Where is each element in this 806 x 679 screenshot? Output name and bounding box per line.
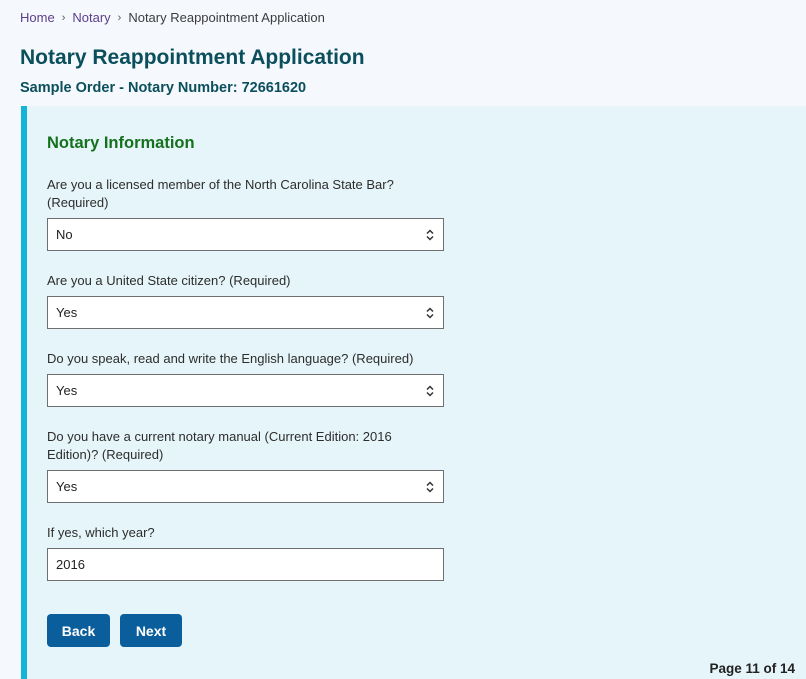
breadcrumb-separator-icon: › (117, 11, 122, 24)
field-label: Do you have a current notary manual (Cur… (47, 428, 444, 464)
notary-manual-select[interactable]: Yes (47, 470, 444, 503)
manual-year-field: If yes, which year? 2016 (47, 524, 444, 581)
select-value: No (56, 227, 73, 242)
breadcrumb-notary-link[interactable]: Notary (72, 10, 110, 25)
manual-year-input[interactable]: 2016 (47, 548, 444, 581)
us-citizen-field: Are you a United State citizen? (Require… (47, 272, 444, 329)
notary-manual-field: Do you have a current notary manual (Cur… (47, 428, 444, 503)
notary-information-panel: Notary Information Are you a licensed me… (21, 106, 806, 679)
breadcrumb-home-link[interactable]: Home (20, 10, 55, 25)
select-value: Yes (56, 479, 78, 494)
page-subtitle: Sample Order - Notary Number: 72661620 (20, 80, 307, 96)
breadcrumb-separator-icon: › (61, 11, 66, 24)
page-indicator: Page 11 of 14 (709, 661, 795, 676)
field-label-line: (Required) (47, 195, 109, 210)
next-button[interactable]: Next (120, 614, 182, 647)
chevron-up-down-icon (425, 228, 435, 242)
select-value: Yes (56, 383, 78, 398)
field-label-line: Do you have a current notary manual (Cur… (47, 429, 392, 444)
field-label: Do you speak, read and write the English… (47, 351, 414, 366)
input-value: 2016 (56, 557, 85, 572)
breadcrumb-current: Notary Reappointment Application (128, 10, 325, 25)
chevron-up-down-icon (425, 384, 435, 398)
chevron-up-down-icon (425, 306, 435, 320)
field-label: Are you a licensed member of the North C… (47, 176, 444, 212)
field-label-line: Are you a licensed member of the North C… (47, 177, 394, 192)
field-label: Are you a United State citizen? (Require… (47, 273, 291, 288)
field-label: If yes, which year? (47, 525, 155, 540)
field-label-line: Edition)? (Required) (47, 447, 164, 462)
select-value: Yes (56, 305, 78, 320)
state-bar-member-field: Are you a licensed member of the North C… (47, 176, 444, 251)
back-button[interactable]: Back (47, 614, 110, 647)
us-citizen-select[interactable]: Yes (47, 296, 444, 329)
english-language-select[interactable]: Yes (47, 374, 444, 407)
chevron-up-down-icon (425, 480, 435, 494)
breadcrumb: Home › Notary › Notary Reappointment App… (20, 10, 325, 25)
state-bar-member-select[interactable]: No (47, 218, 444, 251)
page-title: Notary Reappointment Application (20, 46, 365, 69)
section-title: Notary Information (47, 134, 195, 152)
english-language-field: Do you speak, read and write the English… (47, 350, 444, 407)
